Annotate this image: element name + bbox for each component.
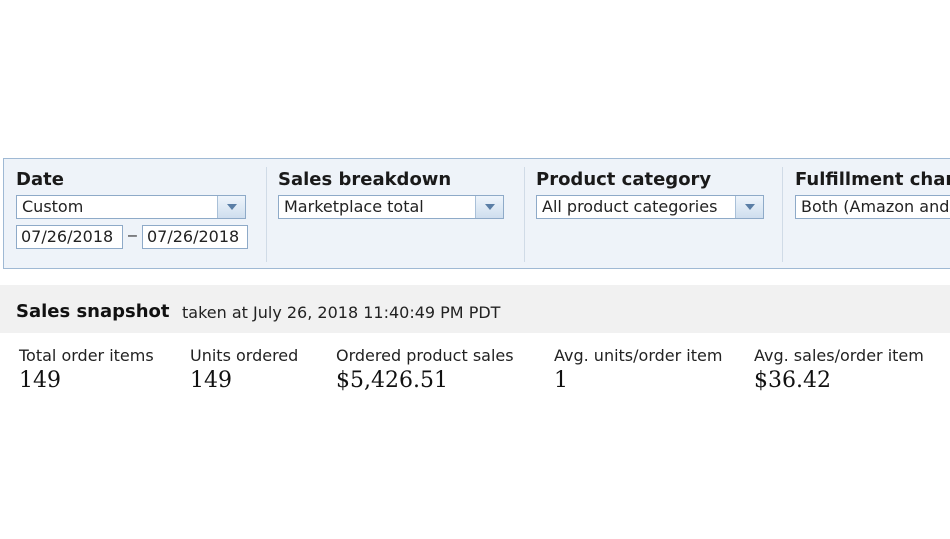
date-filter: Date Custom 07/26/2018 – 07/26/2018 xyxy=(4,159,264,268)
product-category-label: Product category xyxy=(536,169,712,190)
metric-units-ordered: Units ordered 149 xyxy=(190,346,298,393)
chevron-down-icon xyxy=(735,196,763,218)
date-range-select-value: Custom xyxy=(22,197,84,216)
metric-value: $36.42 xyxy=(754,368,831,393)
sales-snapshot-header: Sales snapshot taken at July 26, 2018 11… xyxy=(0,285,950,333)
fulfillment-channel-select-value: Both (Amazon and xyxy=(801,197,950,216)
metric-avg-sales-per-order-item: Avg. sales/order item $36.42 xyxy=(754,346,924,393)
sales-breakdown-label: Sales breakdown xyxy=(278,169,452,190)
fulfillment-channel-select[interactable]: Both (Amazon and xyxy=(795,195,950,219)
metric-label: Avg. sales/order item xyxy=(754,346,924,365)
start-date-input[interactable]: 07/26/2018 xyxy=(16,225,123,249)
product-category-filter: Product category All product categories xyxy=(524,159,782,268)
metric-label: Units ordered xyxy=(190,346,299,365)
date-range-separator: – xyxy=(128,227,137,244)
metric-avg-units-per-order-item: Avg. units/order item 1 xyxy=(554,346,722,393)
sales-snapshot-title: Sales snapshot xyxy=(16,301,170,322)
date-range-select[interactable]: Custom xyxy=(16,195,246,219)
sales-breakdown-select-value: Marketplace total xyxy=(284,197,424,216)
date-filter-label: Date xyxy=(16,169,64,190)
chevron-down-icon xyxy=(217,196,245,218)
sales-snapshot-timestamp: taken at July 26, 2018 11:40:49 PM PDT xyxy=(182,303,501,322)
end-date-input[interactable]: 07/26/2018 xyxy=(142,225,248,249)
sales-breakdown-filter: Sales breakdown Marketplace total xyxy=(266,159,524,268)
filter-panel: Date Custom 07/26/2018 – 07/26/2018 Sale… xyxy=(3,158,950,269)
metric-label: Ordered product sales xyxy=(336,346,514,365)
fulfillment-channel-filter: Fulfillment chan Both (Amazon and xyxy=(782,159,950,268)
fulfillment-channel-label: Fulfillment chan xyxy=(795,169,950,190)
chevron-down-icon xyxy=(475,196,503,218)
sales-breakdown-select[interactable]: Marketplace total xyxy=(278,195,504,219)
metric-ordered-product-sales: Ordered product sales $5,426.51 xyxy=(336,346,514,393)
metric-value: 149 xyxy=(19,368,61,393)
metric-value: 1 xyxy=(554,368,568,393)
metric-total-order-items: Total order items 149 xyxy=(19,346,154,393)
metric-label: Avg. units/order item xyxy=(554,346,723,365)
product-category-select-value: All product categories xyxy=(542,197,718,216)
metric-label: Total order items xyxy=(19,346,154,365)
product-category-select[interactable]: All product categories xyxy=(536,195,764,219)
metric-value: $5,426.51 xyxy=(336,368,448,393)
metric-value: 149 xyxy=(190,368,232,393)
